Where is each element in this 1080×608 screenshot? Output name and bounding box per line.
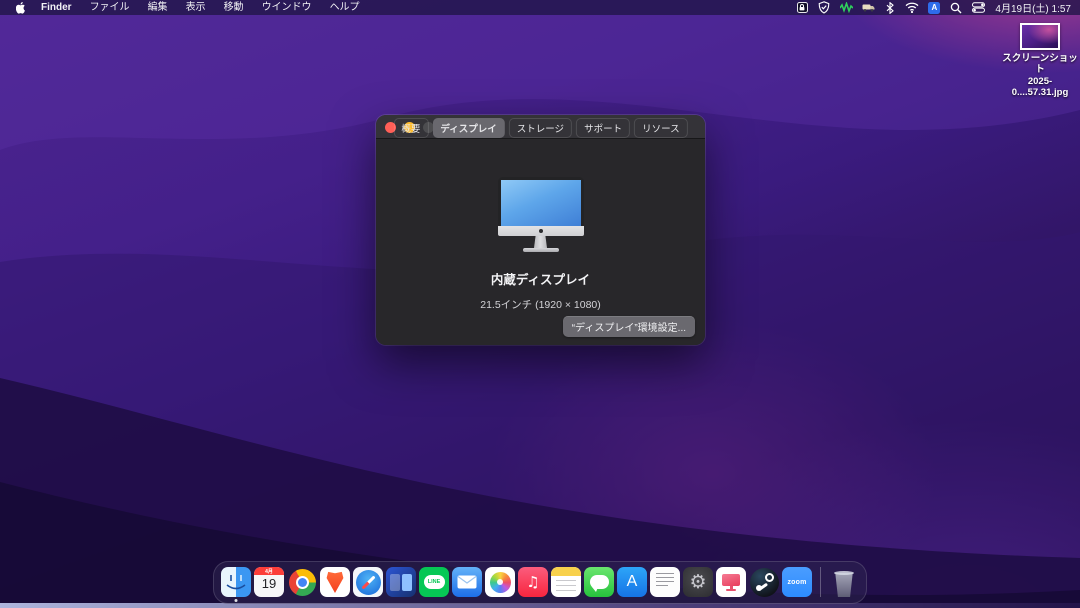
music-icon: ♫ [518,567,548,597]
spotlight-search-icon[interactable] [949,1,963,14]
imac-stand-neck [534,236,547,248]
dock-icon-safari[interactable] [353,567,383,597]
dock-icon-display-app[interactable] [716,567,746,597]
file-manager-icon [386,567,416,597]
calendar-icon: 4月 19 [254,567,284,597]
dock-icon-photos[interactable] [485,567,515,597]
lock-app-icon[interactable] [795,1,809,14]
imac-screen-frame [498,177,584,226]
notes-icon [551,567,581,597]
tab-storage[interactable]: ストレージ [509,118,572,138]
app-store-icon: A [617,567,647,597]
imac-chin [498,226,584,236]
menu-help[interactable]: ヘルプ [321,0,369,15]
photos-icon [485,567,515,597]
dock-icon-mail[interactable] [452,567,482,597]
van-icon[interactable] [861,1,875,14]
about-this-mac-window: 概要 ディスプレイ ストレージ サポート リソース 内蔵ディスプレイ 21.5イ… [376,115,705,345]
apple-menu-icon[interactable] [10,2,32,14]
desktop: Finder ファイル 編集 表示 移動 ウインドウ ヘルプ [0,0,1080,608]
tab-overview[interactable]: 概要 [393,118,428,138]
dock-icon-chrome[interactable] [287,567,317,597]
dock-icon-calendar[interactable]: 4月 19 [254,567,284,597]
desktop-file-label-line1: スクリーンショット [1001,53,1079,76]
tab-resources[interactable]: リソース [634,118,688,138]
calendar-day: 19 [262,575,276,594]
messages-icon [584,567,614,597]
dock-icon-finder[interactable] [221,567,251,597]
display-spec: 21.5インチ (1920 × 1080) [480,297,601,312]
dock-icon-music[interactable]: ♫ [518,567,548,597]
dock-icon-zoom[interactable]: zoom [782,567,812,597]
display-preferences-button[interactable]: “ディスプレイ”環境設定... [563,316,695,337]
control-center-icon[interactable] [971,1,985,14]
wifi-icon[interactable] [905,1,919,14]
ime-input-icon[interactable]: A [927,1,941,14]
desktop-file-label-line2: 2025-0....57.31.jpg [1001,76,1079,99]
menu-bar-left: Finder ファイル 編集 表示 移動 ウインドウ ヘルプ [0,0,369,15]
imac-display-illustration [498,177,584,252]
tab-support[interactable]: サポート [576,118,630,138]
display-name: 内蔵ディスプレイ [491,269,590,288]
dock-icon-brave[interactable] [320,567,350,597]
menu-app-name[interactable]: Finder [32,0,81,15]
desktop-file-label: スクリーンショット 2025-0....57.31.jpg [1001,53,1079,99]
finder-running-indicator [235,599,238,602]
waveform-icon[interactable] [839,1,853,14]
finder-icon [221,567,251,597]
screenshot-thumbnail[interactable] [1020,23,1060,50]
chrome-icon [287,567,317,597]
window-content: 内蔵ディスプレイ 21.5インチ (1920 × 1080) “ディスプレイ”環… [376,140,705,345]
dock-icon-file-manager[interactable] [386,567,416,597]
menu-window[interactable]: ウインドウ [253,0,321,15]
dock-icon-system-preferences[interactable]: ⚙ [683,567,713,597]
imac-screen [501,180,581,226]
system-preferences-gear-icon: ⚙ [683,567,713,597]
imac-stand-base [523,248,559,252]
display-app-icon [716,567,746,597]
desktop-file-screenshot[interactable]: スクリーンショット 2025-0....57.31.jpg [1001,23,1079,99]
trash-icon [829,567,859,597]
dock-icon-messages[interactable] [584,567,614,597]
menu-bar-status: A 4月19日(土) 1:57 [795,0,1080,15]
menu-go[interactable]: 移動 [215,0,253,15]
window-titlebar[interactable]: 概要 ディスプレイ ストレージ サポート リソース [376,115,705,139]
dock-icon-notes[interactable] [551,567,581,597]
line-icon: LINE [419,567,449,597]
zoom-app-icon: zoom [782,567,812,597]
dock-icon-textedit[interactable] [650,567,680,597]
bluetooth-icon[interactable] [883,1,897,14]
menu-file[interactable]: ファイル [81,0,139,15]
dock-icon-app-store[interactable]: A [617,567,647,597]
menu-view[interactable]: 表示 [177,0,215,15]
screenshot-thumbnail-image [1022,25,1058,48]
shield-check-icon[interactable] [817,1,831,14]
dock-icon-trash[interactable] [829,567,859,597]
dock: 4月 19 LINE [213,561,867,604]
brave-icon [320,567,350,597]
calendar-month: 4月 [254,567,284,575]
steam-icon [750,568,779,597]
menu-clock[interactable]: 4月19日(土) 1:57 [993,0,1071,15]
menu-edit[interactable]: 編集 [139,0,177,15]
mail-icon [452,567,482,597]
safari-icon [353,567,383,597]
textedit-icon [650,567,680,597]
dock-icon-line[interactable]: LINE [419,567,449,597]
dock-icon-steam[interactable] [749,567,779,597]
line-label: LINE [424,575,445,589]
window-tabs: 概要 ディスプレイ ストレージ サポート リソース [393,118,687,138]
menu-bar: Finder ファイル 編集 表示 移動 ウインドウ ヘルプ [0,0,1080,15]
tab-displays[interactable]: ディスプレイ [432,118,504,138]
dock-separator [820,567,821,597]
